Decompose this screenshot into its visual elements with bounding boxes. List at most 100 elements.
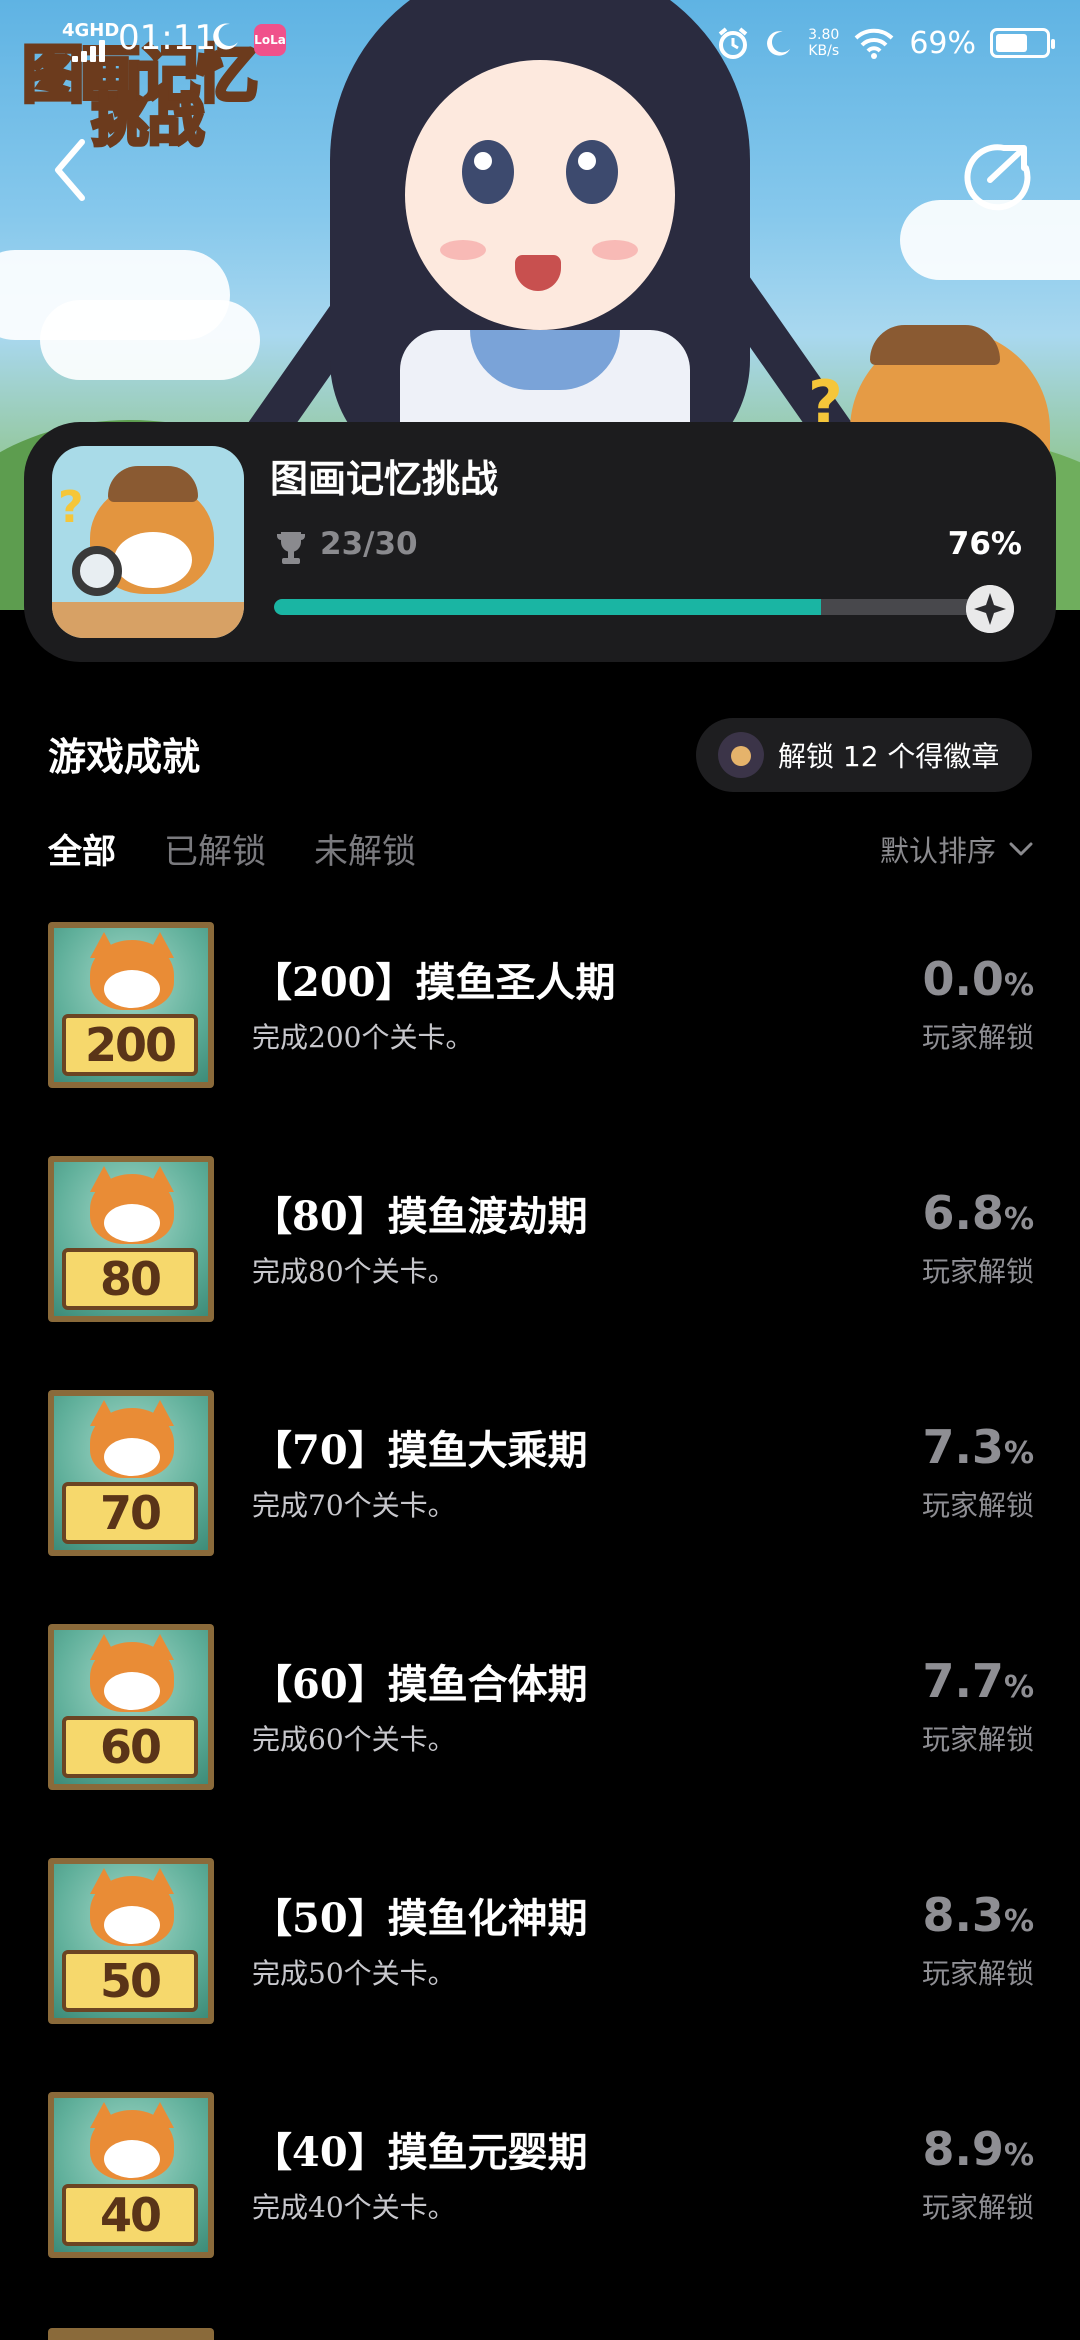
tab-locked[interactable]: 未解锁 (314, 824, 416, 873)
achievement-row[interactable]: 50 【50】摸鱼化神期 完成50个关卡。 8.3% 玩家解锁 (0, 1858, 1080, 2092)
section-title: 游戏成就 (48, 734, 201, 779)
battery-percent: 69% (909, 25, 976, 61)
achievement-row[interactable]: 60 【60】摸鱼合体期 完成60个关卡。 7.7% 玩家解锁 (0, 1624, 1080, 1858)
girl-eye (566, 140, 618, 204)
achievement-name: 【80】摸鱼渡劫期 (252, 1193, 588, 1240)
achievement-badge-number: 200 (62, 1014, 198, 1076)
trophy-icon (277, 532, 305, 564)
magnifier-icon (72, 546, 122, 596)
do-not-disturb-moon-icon (767, 31, 791, 56)
achievement-badge-icon: 200 (48, 922, 214, 1088)
filter-tabs: 全部 已解锁 未解锁 (48, 824, 416, 873)
medal-icon (718, 732, 764, 778)
achievement-name: 【40】摸鱼元婴期 (252, 2129, 588, 2176)
fox-face (104, 1438, 160, 1476)
achievement-unlock-rate: 0.0% (922, 952, 1034, 1006)
tab-unlocked[interactable]: 已解锁 (164, 824, 266, 873)
achievement-description: 完成40个关卡。 (252, 2191, 456, 2224)
alarm-clock-icon (718, 27, 748, 59)
unlock-badge-button[interactable]: 解锁 12 个得徽章 (696, 718, 1032, 792)
girl-blush (592, 240, 638, 260)
achievement-badge-icon: 40 (48, 2092, 214, 2258)
unlock-rate-value: 7.3 (922, 1420, 1004, 1474)
battery-level-fill (996, 34, 1028, 52)
achievement-badge-art: 80 (54, 1162, 208, 1316)
achievement-badge-icon: 70 (48, 1390, 214, 1556)
question-mark-icon: ? (58, 482, 84, 533)
signal-icon (72, 38, 110, 62)
platinum-badge-icon (966, 585, 1014, 633)
achievement-name: 【200】摸鱼圣人期 (252, 959, 616, 1006)
achievement-description: 完成60个关卡。 (252, 1723, 456, 1756)
achievement-row[interactable]: 200 【200】摸鱼圣人期 完成200个关卡。 0.0% 玩家解锁 (0, 922, 1080, 1156)
achievement-badge-number: 80 (62, 1248, 198, 1310)
achievement-unlock-rate: 8.9% (922, 2122, 1034, 2176)
tab-all[interactable]: 全部 (48, 824, 116, 873)
fox-face (104, 2140, 160, 2178)
achievement-badge-art: 50 (54, 1864, 208, 2018)
unlock-rate-label: 玩家解锁 (921, 1255, 1034, 1288)
unlock-rate-label: 玩家解锁 (921, 1723, 1034, 1756)
game-summary-card[interactable]: ? 图画记忆挑战 23/30 76% (24, 422, 1056, 662)
achievement-badge-art: 200 (54, 928, 208, 1082)
unlock-rate-unit: % (1003, 1436, 1034, 1471)
achievement-row[interactable]: 70 【70】摸鱼大乘期 完成70个关卡。 7.3% 玩家解锁 (0, 1390, 1080, 1624)
back-button[interactable] (42, 130, 102, 210)
achievement-badge-art: 60 (54, 1630, 208, 1784)
network-speed: 3.80 KB/s (808, 27, 839, 59)
unlock-rate-value: 0.0 (922, 952, 1004, 1006)
achievement-progress-count: 23/30 (320, 526, 418, 562)
unlock-rate-unit: % (1003, 968, 1034, 1003)
network-speed-value: 3.80 (808, 27, 840, 43)
achievement-row[interactable]: 80 【80】摸鱼渡劫期 完成80个关卡。 6.8% 玩家解锁 (0, 1156, 1080, 1390)
achievement-name: 【50】摸鱼化神期 (252, 1895, 588, 1942)
achievement-progress-percent: 76% (947, 526, 1022, 562)
girl-blush (440, 240, 486, 260)
clock: 01:11 (118, 18, 216, 58)
achievement-description: 完成80个关卡。 (252, 1255, 456, 1288)
achievement-badge-icon: 60 (48, 1624, 214, 1790)
game-icon-dog-hat (108, 466, 198, 502)
achievement-unlock-rate: 7.7% (922, 1654, 1034, 1708)
game-icon: ? (52, 446, 244, 638)
achievement-row[interactable]: 40 【40】摸鱼元婴期 完成40个关卡。 8.9% 玩家解锁 (0, 2092, 1080, 2326)
game-icon-dog-face (114, 532, 192, 588)
achievement-description: 完成50个关卡。 (252, 1957, 456, 1990)
battery-icon (990, 28, 1055, 58)
wifi-icon (854, 28, 894, 59)
achievements-screen: ? 图画记忆 挑战 4GHD 01:11 LoLa 3.80 KB/s 69% … (0, 0, 1080, 2340)
achievement-badge-number: 40 (62, 2184, 198, 2246)
unlock-rate-value: 8.3 (922, 1888, 1004, 1942)
sort-dropdown[interactable]: 默认排序 (880, 828, 1034, 870)
achievement-name: 【70】摸鱼大乘期 (252, 1427, 588, 1474)
dog-hat (870, 325, 1000, 365)
moon-icon (213, 23, 238, 50)
sort-label: 默认排序 (879, 834, 996, 868)
achievement-name: 【60】摸鱼合体期 (252, 1661, 588, 1708)
fox-face (104, 970, 160, 1008)
fox-face (104, 1672, 160, 1710)
unlock-rate-value: 8.9 (922, 2122, 1004, 2176)
achievement-unlock-rate: 8.3% (922, 1888, 1034, 1942)
unlock-rate-unit: % (1003, 1904, 1034, 1939)
game-title: 图画记忆挑战 (270, 456, 499, 501)
achievement-unlock-rate: 7.3% (922, 1420, 1034, 1474)
unlock-rate-label: 玩家解锁 (921, 1021, 1034, 1054)
girl-eye (462, 140, 514, 204)
unlock-rate-unit: % (1003, 2138, 1034, 2173)
unlock-rate-unit: % (1003, 1202, 1034, 1237)
cloud (40, 300, 260, 380)
fox-face (104, 1204, 160, 1242)
game-icon-table (52, 602, 244, 638)
app-notification-badge: LoLa (254, 24, 286, 56)
unlock-badge-label: 解锁 12 个得徽章 (778, 740, 1000, 773)
next-achievement-badge-partial (48, 2328, 214, 2340)
share-button[interactable] (960, 138, 1036, 214)
achievement-progress-bar (274, 599, 994, 615)
achievement-badge-icon: 80 (48, 1156, 214, 1322)
achievement-badge-number: 60 (62, 1716, 198, 1778)
chevron-down-icon (1009, 842, 1033, 856)
achievement-badge-art: 40 (54, 2098, 208, 2252)
unlock-rate-label: 玩家解锁 (921, 2191, 1034, 2224)
status-bar-right: 3.80 KB/s 69% (716, 18, 1055, 68)
